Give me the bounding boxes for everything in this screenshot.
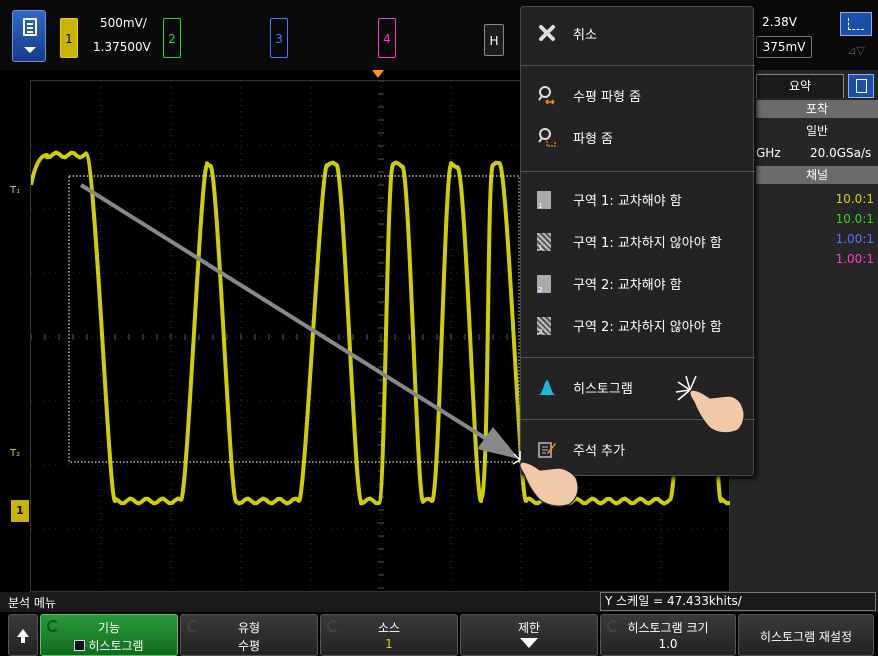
softkey-histogram-reset[interactable]: 히스토그램 재설정 <box>738 614 874 656</box>
waveform-zoom-icon <box>538 128 556 147</box>
softkey-type[interactable]: 유형 수평 <box>180 614 318 656</box>
zone-select-icon <box>848 18 864 30</box>
document-icon <box>23 18 37 36</box>
trigger-level-readout: 2.38V <box>762 15 797 29</box>
function-checkbox[interactable] <box>74 640 86 651</box>
trigger-marker-t1: T₁ <box>10 185 21 196</box>
main-menu-button[interactable] <box>12 10 46 62</box>
knob-icon <box>187 620 199 632</box>
close-icon <box>539 25 555 41</box>
channels-header: 채널 <box>756 166 878 184</box>
histogram-icon <box>538 380 556 395</box>
menu-label-zone2-must-not-intersect: 구역 2: 교차하지 않아야 함 <box>573 320 722 335</box>
acquisition-header: 포착 <box>756 100 878 118</box>
zone-select-button[interactable] <box>840 12 872 36</box>
channel-3-indicator[interactable]: 3 <box>270 18 288 58</box>
menu-item-waveform-zoom[interactable]: 파형 줌 <box>521 117 755 157</box>
down-arrow-icon <box>520 638 538 648</box>
softkey-limits-label: 제한 <box>517 621 541 635</box>
dropdown-arrow-icon <box>24 47 36 53</box>
channel-1-offset: 1.37500V <box>93 40 151 54</box>
horizontal-indicator[interactable]: H <box>484 24 504 56</box>
softkey-histogram-size[interactable]: 히스토그램 크기 1.0 <box>600 614 736 656</box>
channel-1-ground-marker[interactable]: 1 <box>11 500 29 522</box>
touch-hand-icon <box>675 375 745 434</box>
menu-item-zone2-must-not-intersect[interactable]: 2 구역 2: 교차하지 않아야 함 <box>521 305 755 345</box>
channel-2-probe: 10.0:1 <box>835 212 874 226</box>
menu-item-cancel[interactable]: 취소 <box>521 13 755 53</box>
softkey-limits[interactable]: 제한 <box>460 614 598 656</box>
sample-rate-readout: 20.0GSa/s <box>810 146 872 160</box>
knob-icon <box>327 620 339 632</box>
zone-icon: 1 <box>537 191 551 210</box>
channel-4-probe: 1.00:1 <box>835 252 874 266</box>
trigger-value-box[interactable]: 375mV <box>756 36 812 58</box>
menu-label-cancel: 취소 <box>573 28 597 43</box>
side-panel-menu-button[interactable] <box>848 74 874 98</box>
softkey-function-value: 히스토그램 <box>88 639 144 653</box>
channel-1-probe: 10.0:1 <box>835 192 874 206</box>
menu-name: 분석 메뉴 <box>8 596 56 610</box>
status-bar: 분석 메뉴 Y 스케일 = 47.433khits/ <box>0 592 878 612</box>
menu-item-zone1-must-not-intersect[interactable]: 1 구역 1: 교차하지 않아야 함 <box>521 221 755 261</box>
zone-hatched-icon: 1 <box>537 233 551 252</box>
softkey-histogram-reset-label: 히스토그램 재설정 <box>759 630 853 644</box>
menu-item-zone1-must-intersect[interactable]: 1 구역 1: 교차해야 함 <box>521 179 755 219</box>
menu-label-histogram: 히스토그램 <box>573 382 633 397</box>
menu-label-waveform-zoom: 파형 줌 <box>573 132 614 147</box>
softkey-source-label: 소스 <box>377 621 401 635</box>
softkey-type-value: 수평 <box>237 639 261 653</box>
document-icon <box>856 79 867 93</box>
menu-label-horizontal-zoom: 수평 파형 줌 <box>573 90 642 105</box>
menu-label-zone2-must-intersect: 구역 2: 교차해야 함 <box>573 278 682 293</box>
menu-label-zone1-must-intersect: 구역 1: 교차해야 함 <box>573 194 682 209</box>
bandwidth-readout: GHz <box>756 146 781 160</box>
acquisition-mode: 일반 <box>805 124 829 138</box>
channel-2-indicator[interactable]: 2 <box>163 18 181 58</box>
knob-icon <box>607 620 619 632</box>
tab-summary[interactable]: 요약 <box>756 74 844 98</box>
channel-1-scale: 500mV/ <box>100 16 147 30</box>
trigger-position-marker <box>372 70 384 78</box>
softkey-source[interactable]: 소스 1 <box>320 614 458 656</box>
touch-hand-icon <box>512 451 579 507</box>
up-arrow-icon <box>17 629 29 643</box>
softkey-bar: 기능 히스토그램 유형 수평 소스 1 제한 히스토그램 크기 1.0 히스토그… <box>0 612 878 656</box>
channel-3-probe: 1.00:1 <box>835 232 874 246</box>
softkey-function[interactable]: 기능 히스토그램 <box>40 614 178 656</box>
softkey-function-label: 기능 <box>97 621 121 635</box>
zone-icon: 2 <box>537 275 551 294</box>
menu-item-zone2-must-intersect[interactable]: 2 구역 2: 교차해야 함 <box>521 263 755 303</box>
y-scale-readout: Y 스케일 = 47.433khits/ <box>600 592 876 611</box>
softkey-source-value: 1 <box>385 637 393 651</box>
trigger-marker-t2: T₂ <box>10 448 21 459</box>
menu-item-horizontal-zoom[interactable]: 수평 파형 줌 <box>521 75 755 115</box>
softkey-type-label: 유형 <box>237 621 261 635</box>
zone-hatched-icon: 2 <box>537 317 551 336</box>
softkey-histogram-size-label: 히스토그램 크기 <box>627 621 709 635</box>
channel-4-indicator[interactable]: 4 <box>378 18 396 58</box>
channel-1-indicator[interactable]: 1 <box>60 18 78 58</box>
softkey-histogram-size-value: 1.0 <box>658 637 678 651</box>
knob-icon <box>47 620 59 632</box>
menu-label-zone1-must-not-intersect: 구역 1: 교차하지 않아야 함 <box>573 236 722 251</box>
horizontal-zoom-icon <box>538 86 555 105</box>
delta-measure-button[interactable]: ⊿▽ <box>840 40 872 62</box>
back-button[interactable] <box>8 614 38 656</box>
